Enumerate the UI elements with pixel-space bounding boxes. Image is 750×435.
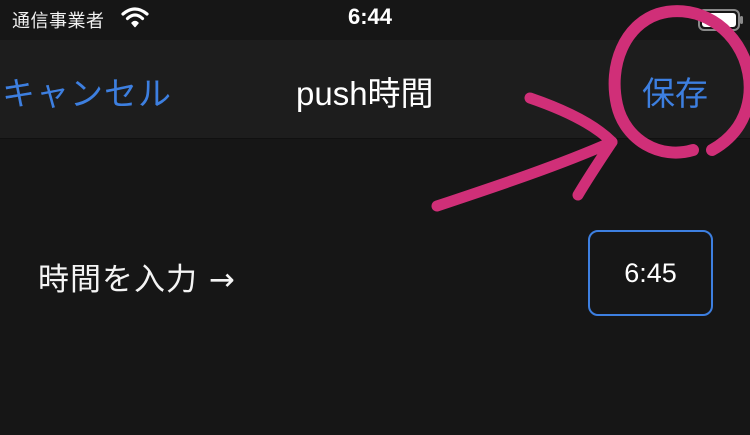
status-bar: 通信事業者 6:44 bbox=[0, 0, 750, 40]
page-title: push時間 bbox=[296, 75, 434, 112]
cancel-button[interactable]: キャンセル bbox=[2, 67, 172, 115]
save-button[interactable]: 保存 bbox=[642, 67, 708, 115]
settings-content: 時間を入力 → 6:45 bbox=[0, 139, 750, 435]
time-picker-field[interactable]: 6:45 bbox=[588, 230, 713, 316]
carrier-name: 通信事業者 bbox=[12, 11, 105, 32]
battery-icon bbox=[698, 9, 743, 31]
navigation-bar: キャンセル push時間 保存 bbox=[0, 40, 750, 139]
status-time: 6:44 bbox=[348, 4, 393, 29]
time-input-label: 時間を入力 → bbox=[38, 262, 236, 298]
wifi-icon bbox=[121, 7, 149, 28]
